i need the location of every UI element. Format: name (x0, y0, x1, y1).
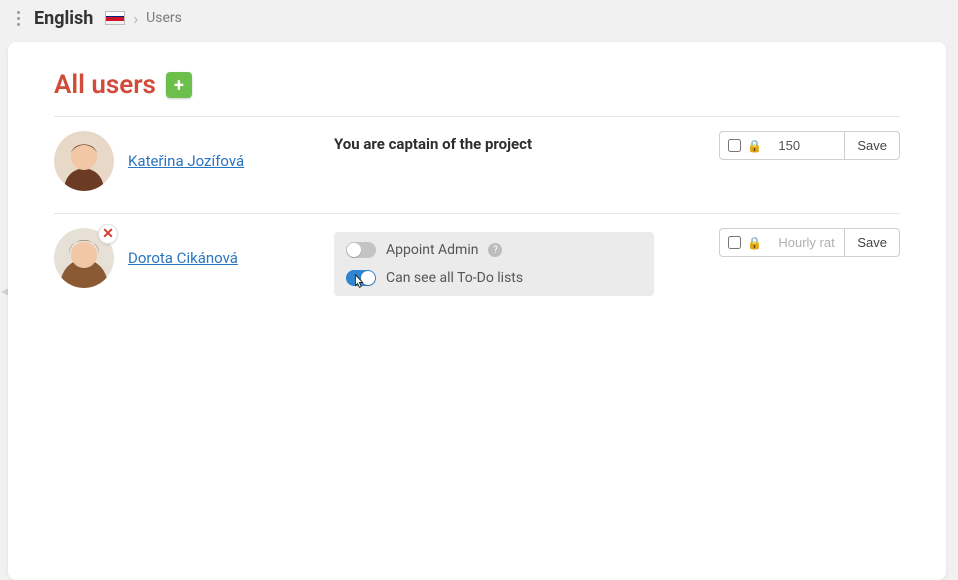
see-all-todos-label: Can see all To-Do lists (386, 270, 523, 286)
user-row: ✕ Dorota Cikánová Appoint Admin ? Can se… (54, 213, 900, 318)
rate-lock-checkbox[interactable] (728, 139, 741, 152)
breadcrumb-current: Users (146, 10, 182, 26)
kebab-menu-icon[interactable] (10, 11, 26, 26)
save-button[interactable]: Save (844, 131, 900, 160)
lock-icon: 🔒 (747, 236, 762, 250)
hourly-rate-group: 🔒 Save (719, 228, 900, 257)
close-icon: ✕ (102, 226, 114, 242)
flag-icon (105, 11, 125, 25)
hourly-rate-input[interactable] (770, 131, 844, 160)
save-button[interactable]: Save (844, 228, 900, 257)
user-row: Kateřina Jozífová You are captain of the… (54, 116, 900, 213)
rate-lock-checkbox[interactable] (728, 236, 741, 249)
captain-label: You are captain of the project (334, 135, 700, 153)
permissions-panel: Appoint Admin ? Can see all To-Do lists (334, 232, 654, 296)
plus-icon: + (174, 75, 184, 96)
remove-user-button[interactable]: ✕ (98, 224, 118, 244)
appoint-admin-label: Appoint Admin (386, 242, 478, 258)
avatar (54, 131, 114, 191)
appoint-admin-toggle[interactable] (346, 242, 376, 258)
lock-icon: 🔒 (747, 139, 762, 153)
user-name-link[interactable]: Kateřina Jozífová (128, 152, 244, 170)
add-user-button[interactable]: + (166, 72, 192, 98)
page-title: All users (54, 70, 156, 100)
breadcrumb-separator-icon: › (133, 9, 138, 28)
top-bar: English › Users (0, 0, 958, 36)
content-card: All users + Kateřina Jozífová (8, 42, 946, 580)
hourly-rate-group: 🔒 Save (719, 131, 900, 160)
hourly-rate-input[interactable] (770, 228, 844, 257)
help-icon[interactable]: ? (488, 243, 502, 257)
user-name-link[interactable]: Dorota Cikánová (128, 249, 238, 267)
brand-title: English (34, 8, 93, 29)
see-all-todos-toggle[interactable] (346, 270, 376, 286)
